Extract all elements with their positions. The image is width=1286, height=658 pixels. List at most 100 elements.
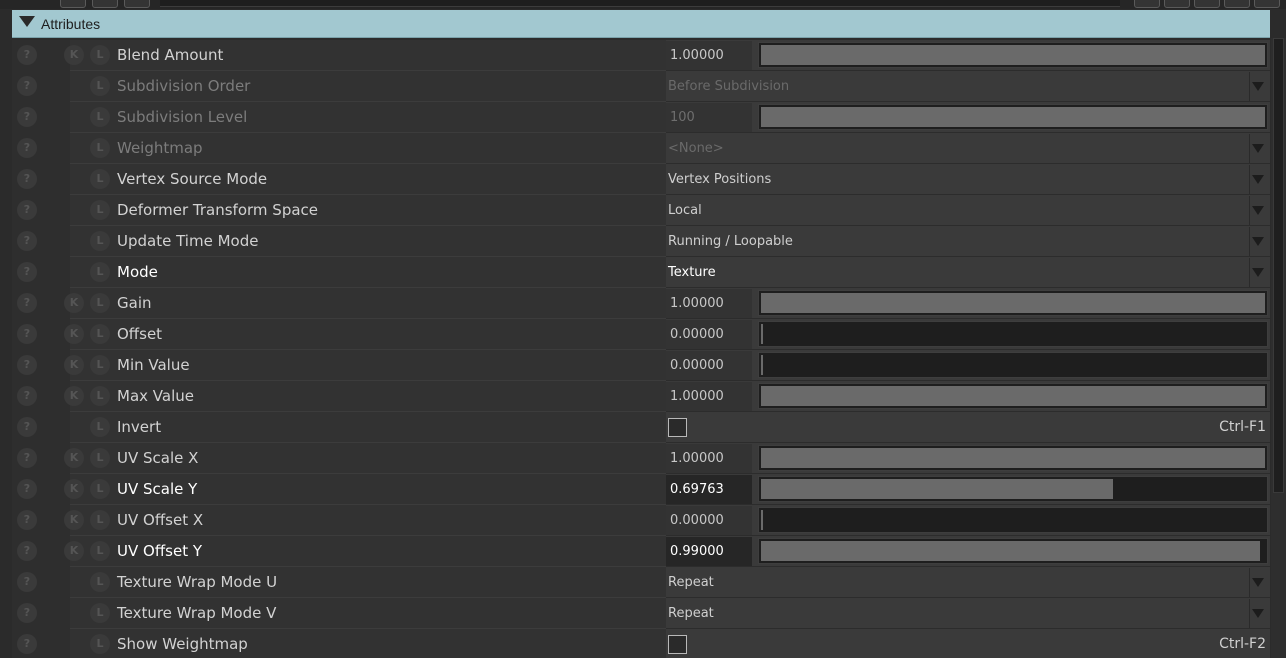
help-icon[interactable]: ? [17, 324, 37, 344]
chevron-down-icon[interactable] [1252, 206, 1264, 215]
dropdown-select[interactable]: Repeat [668, 575, 714, 590]
number-input[interactable]: 1.00000 [666, 382, 752, 411]
value-slider[interactable] [758, 538, 1268, 564]
number-input[interactable]: 1.00000 [666, 289, 752, 318]
help-icon[interactable]: ? [17, 45, 37, 65]
toolbar-refresh-button[interactable] [92, 0, 118, 8]
help-icon[interactable]: ? [17, 417, 37, 437]
link-icon[interactable]: L [90, 76, 110, 96]
keyframe-icon[interactable]: K [64, 386, 84, 406]
toolbar-layout-button-3[interactable] [1194, 0, 1220, 8]
number-input[interactable]: 0.99000 [666, 537, 752, 566]
keyframe-icon[interactable]: K [64, 355, 84, 375]
link-icon[interactable]: L [90, 541, 110, 561]
dropdown-select[interactable]: Running / Loopable [668, 234, 793, 249]
chevron-down-icon[interactable] [1252, 175, 1264, 184]
link-icon[interactable]: L [90, 479, 110, 499]
scrollbar-thumb[interactable] [1273, 38, 1284, 493]
value-slider[interactable] [758, 507, 1268, 533]
help-icon[interactable]: ? [17, 603, 37, 623]
link-icon[interactable]: L [90, 45, 110, 65]
toolbar-layout-button-2[interactable] [1164, 0, 1190, 8]
help-icon[interactable]: ? [17, 293, 37, 313]
link-icon[interactable]: L [90, 355, 110, 375]
chevron-down-icon[interactable] [1252, 144, 1264, 153]
toolbar-layout-button-4[interactable] [1224, 0, 1250, 8]
link-icon[interactable]: L [90, 324, 110, 344]
number-input[interactable]: 0.00000 [666, 506, 752, 535]
chevron-down-icon[interactable] [1252, 268, 1264, 277]
dropdown-select[interactable]: Repeat [668, 606, 714, 621]
number-input[interactable]: 0.00000 [666, 320, 752, 349]
chevron-down-icon[interactable] [1252, 609, 1264, 618]
dropdown-select[interactable]: Before Subdivision [668, 79, 789, 94]
keyframe-icon[interactable]: K [64, 324, 84, 344]
checkbox[interactable] [668, 418, 687, 437]
toolbar-link-button[interactable] [124, 0, 150, 8]
dropdown-select[interactable]: Vertex Positions [668, 172, 771, 187]
value-slider[interactable] [758, 321, 1268, 347]
attributes-section-header[interactable]: Attributes [12, 10, 1270, 38]
help-icon[interactable]: ? [17, 169, 37, 189]
keyframe-icon[interactable]: K [64, 510, 84, 530]
help-icon[interactable]: ? [17, 138, 37, 158]
value-slider[interactable] [758, 290, 1268, 316]
number-input[interactable]: 0.69763 [666, 475, 752, 504]
value-slider[interactable] [758, 104, 1268, 130]
link-icon[interactable]: L [90, 634, 110, 654]
value-slider[interactable] [758, 476, 1268, 502]
help-icon[interactable]: ? [17, 200, 37, 220]
link-icon[interactable]: L [90, 231, 110, 251]
toolbar-add-button[interactable] [60, 0, 86, 8]
toolbar-menu-button[interactable] [1254, 0, 1280, 8]
value-slider[interactable] [758, 352, 1268, 378]
link-icon[interactable]: L [90, 417, 110, 437]
help-icon[interactable]: ? [17, 448, 37, 468]
collapse-triangle-icon[interactable] [19, 16, 35, 27]
value-slider[interactable] [758, 42, 1268, 68]
dropdown-select[interactable]: Local [668, 203, 702, 218]
help-icon[interactable]: ? [17, 479, 37, 499]
checkbox[interactable] [668, 635, 687, 654]
keyframe-icon[interactable]: K [64, 541, 84, 561]
link-icon[interactable]: L [90, 448, 110, 468]
chevron-down-icon[interactable] [1252, 578, 1264, 587]
link-icon[interactable]: L [90, 293, 110, 313]
dropdown-select[interactable]: Texture [668, 265, 716, 280]
keyframe-icon[interactable]: K [64, 448, 84, 468]
keyframe-icon[interactable]: K [64, 45, 84, 65]
link-icon[interactable]: L [90, 572, 110, 592]
chevron-down-icon[interactable] [1252, 82, 1264, 91]
number-input[interactable]: 100 [666, 103, 752, 132]
chevron-down-icon[interactable] [1252, 237, 1264, 246]
keyframe-icon[interactable]: K [64, 479, 84, 499]
number-input[interactable]: 1.00000 [666, 444, 752, 473]
help-icon[interactable]: ? [17, 107, 37, 127]
link-icon[interactable]: L [90, 386, 110, 406]
help-icon[interactable]: ? [17, 231, 37, 251]
value-slider[interactable] [758, 383, 1268, 409]
link-icon[interactable]: L [90, 138, 110, 158]
help-icon[interactable]: ? [17, 510, 37, 530]
link-icon[interactable]: L [90, 169, 110, 189]
help-icon[interactable]: ? [17, 355, 37, 375]
vertical-scrollbar[interactable] [1271, 38, 1286, 658]
link-icon[interactable]: L [90, 200, 110, 220]
help-icon[interactable]: ? [17, 386, 37, 406]
link-icon[interactable]: L [90, 510, 110, 530]
help-icon[interactable]: ? [17, 572, 37, 592]
value-slider[interactable] [758, 445, 1268, 471]
dropdown-select[interactable]: <None> [668, 141, 724, 156]
help-icon[interactable]: ? [17, 76, 37, 96]
attribute-label: UV Offset X [117, 511, 204, 529]
link-icon[interactable]: L [90, 107, 110, 127]
link-icon[interactable]: L [90, 603, 110, 623]
number-input[interactable]: 0.00000 [666, 351, 752, 380]
help-icon[interactable]: ? [17, 541, 37, 561]
toolbar-layout-button-1[interactable] [1134, 0, 1160, 8]
help-icon[interactable]: ? [17, 262, 37, 282]
number-input[interactable]: 1.00000 [666, 41, 752, 70]
keyframe-icon[interactable]: K [64, 293, 84, 313]
link-icon[interactable]: L [90, 262, 110, 282]
help-icon[interactable]: ? [17, 634, 37, 654]
